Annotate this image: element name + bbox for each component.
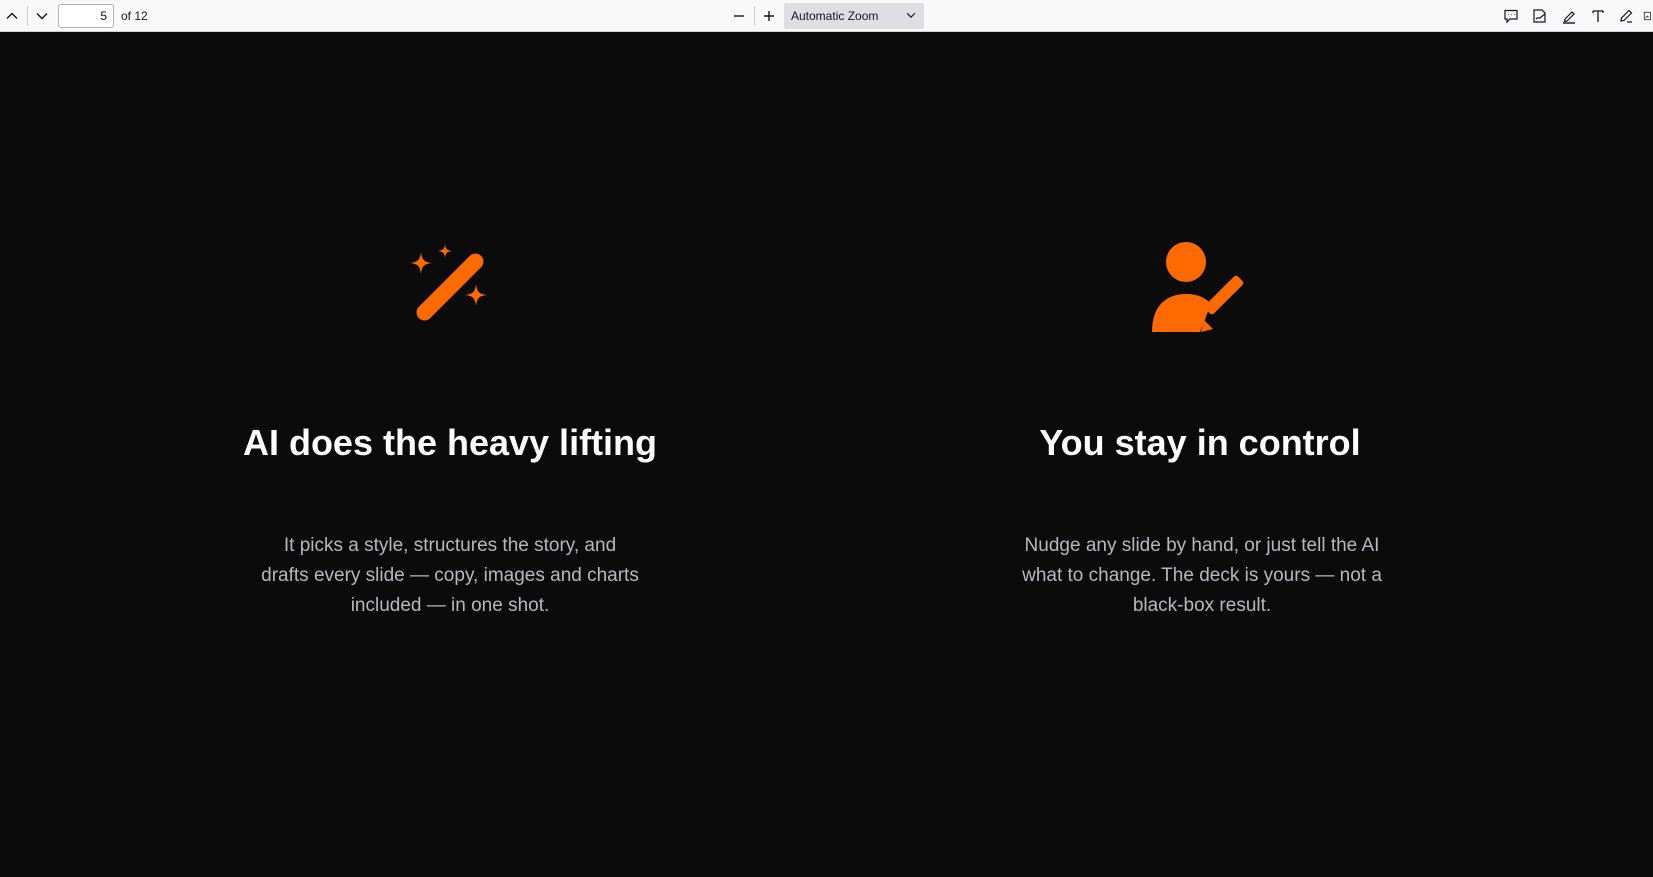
magic-wand-icon <box>410 244 487 321</box>
card-title: You stay in control <box>1039 422 1361 463</box>
edit-image-button[interactable] <box>1637 4 1653 28</box>
edit-image-icon <box>1643 11 1651 21</box>
draw-button[interactable] <box>1614 4 1638 28</box>
page-count-label: of 12 <box>121 9 148 23</box>
previous-page-button[interactable] <box>0 4 24 28</box>
slide-canvas: AI does the heavy lifting It picks a sty… <box>0 32 1653 877</box>
zoom-in-button[interactable] <box>757 4 781 28</box>
next-page-button[interactable] <box>30 4 54 28</box>
minus-icon <box>734 15 744 17</box>
highlighter-icon <box>1563 11 1575 24</box>
signature-button[interactable] <box>1528 4 1552 28</box>
comment-icon <box>1504 9 1518 24</box>
chevron-down-icon <box>906 12 916 19</box>
toolbar-separator <box>754 6 755 26</box>
chevron-down-icon <box>36 13 48 20</box>
pdf-toolbar: of 12 Automatic Zoom <box>0 0 1653 32</box>
zoom-select[interactable]: Automatic Zoom <box>784 3 924 29</box>
user-edit-icon <box>1152 242 1244 332</box>
text-icon <box>1592 10 1604 22</box>
card-body: It picks a style, structures the story, … <box>261 535 639 616</box>
chevron-up-icon <box>6 12 18 19</box>
pencil-icon <box>1620 9 1633 23</box>
card-title: AI does the heavy lifting <box>242 422 658 463</box>
toolbar-separator <box>27 6 28 26</box>
comment-button[interactable] <box>1499 4 1523 28</box>
signature-icon <box>1533 9 1546 23</box>
plus-icon <box>764 11 774 21</box>
text-button[interactable] <box>1586 4 1610 28</box>
card-body: Nudge any slide by hand, or just tell th… <box>1022 535 1382 616</box>
zoom-select-value: Automatic Zoom <box>791 9 879 23</box>
page-number-input[interactable] <box>58 4 114 28</box>
highlight-button[interactable] <box>1557 4 1581 28</box>
zoom-out-button[interactable] <box>727 4 751 28</box>
